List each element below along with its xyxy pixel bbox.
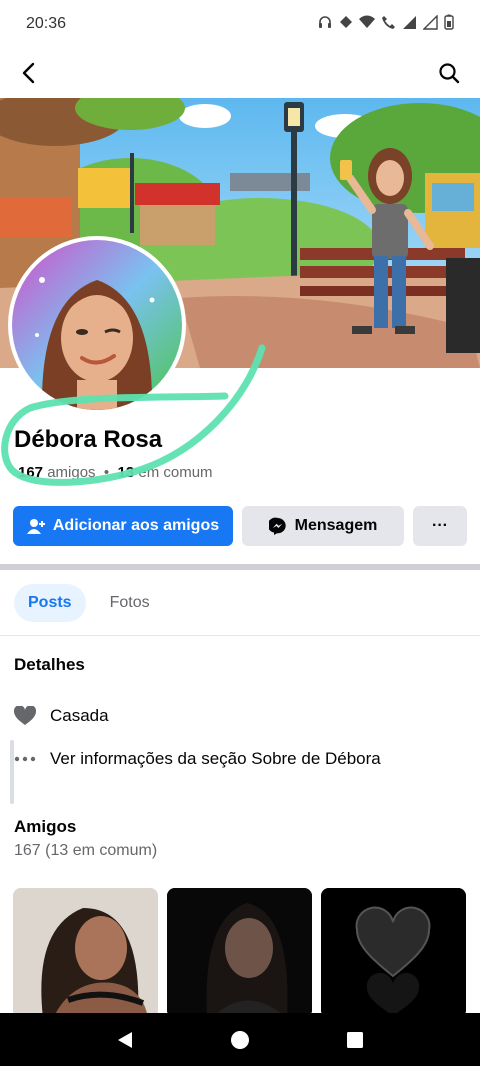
messenger-icon [268,517,286,535]
back-arrow-icon [22,62,35,84]
tab-photos[interactable]: Fotos [96,584,164,622]
message-label: Mensagem [294,517,378,534]
more-options-button[interactable]: ··· [413,506,467,546]
status-bar: 20:36 [0,0,480,48]
tabs-divider [0,635,480,636]
details-title: Detalhes [14,655,85,674]
annotation-scribble [1,344,266,486]
more-dots-icon: ··· [432,517,448,534]
friend-photo-2-image [167,888,312,1018]
tab-posts[interactable]: Posts [14,584,86,622]
friends-count-text: 167 (13 em comum) [14,842,158,859]
section-divider [0,564,480,570]
call-icon [382,15,395,29]
status-time: 20:36 [26,15,67,32]
heart-icon [14,705,36,727]
more-dots-icon [14,748,36,770]
battery-icon [444,14,454,30]
signal-icon [403,15,416,29]
diamond-icon [340,16,352,28]
square-recents-icon [347,1032,363,1048]
search-button[interactable] [432,56,466,90]
circle-home-icon [231,1031,249,1049]
detail-about-text: Ver informações da seção Sobre de Débora [50,749,381,768]
top-navigation [0,48,480,98]
triangle-back-icon [118,1032,132,1048]
profile-tabs: Posts Fotos [14,584,164,622]
detail-about-link[interactable]: Ver informações da seção Sobre de Débora [14,748,381,770]
wifi-icon [359,15,375,28]
friend-photo-3[interactable] [321,888,466,1018]
friend-photo-3-image [321,888,466,1018]
detail-relationship-text: Casada [50,706,109,725]
status-icons [317,14,454,30]
friend-photo-2[interactable] [167,888,312,1018]
friend-photo-1[interactable] [13,888,158,1018]
system-navigation-bar [0,1013,480,1066]
detail-relationship: Casada [14,705,109,727]
back-button[interactable] [12,56,46,90]
friend-photo-1-image [13,888,158,1018]
friends-title: Amigos [14,817,77,836]
scroll-indicator [10,740,14,804]
system-back-button[interactable] [110,1025,140,1055]
headphones-icon [319,16,331,28]
signal-empty-icon [423,14,438,30]
search-icon [439,63,460,84]
system-home-button[interactable] [225,1025,255,1055]
system-recents-button[interactable] [340,1025,370,1055]
